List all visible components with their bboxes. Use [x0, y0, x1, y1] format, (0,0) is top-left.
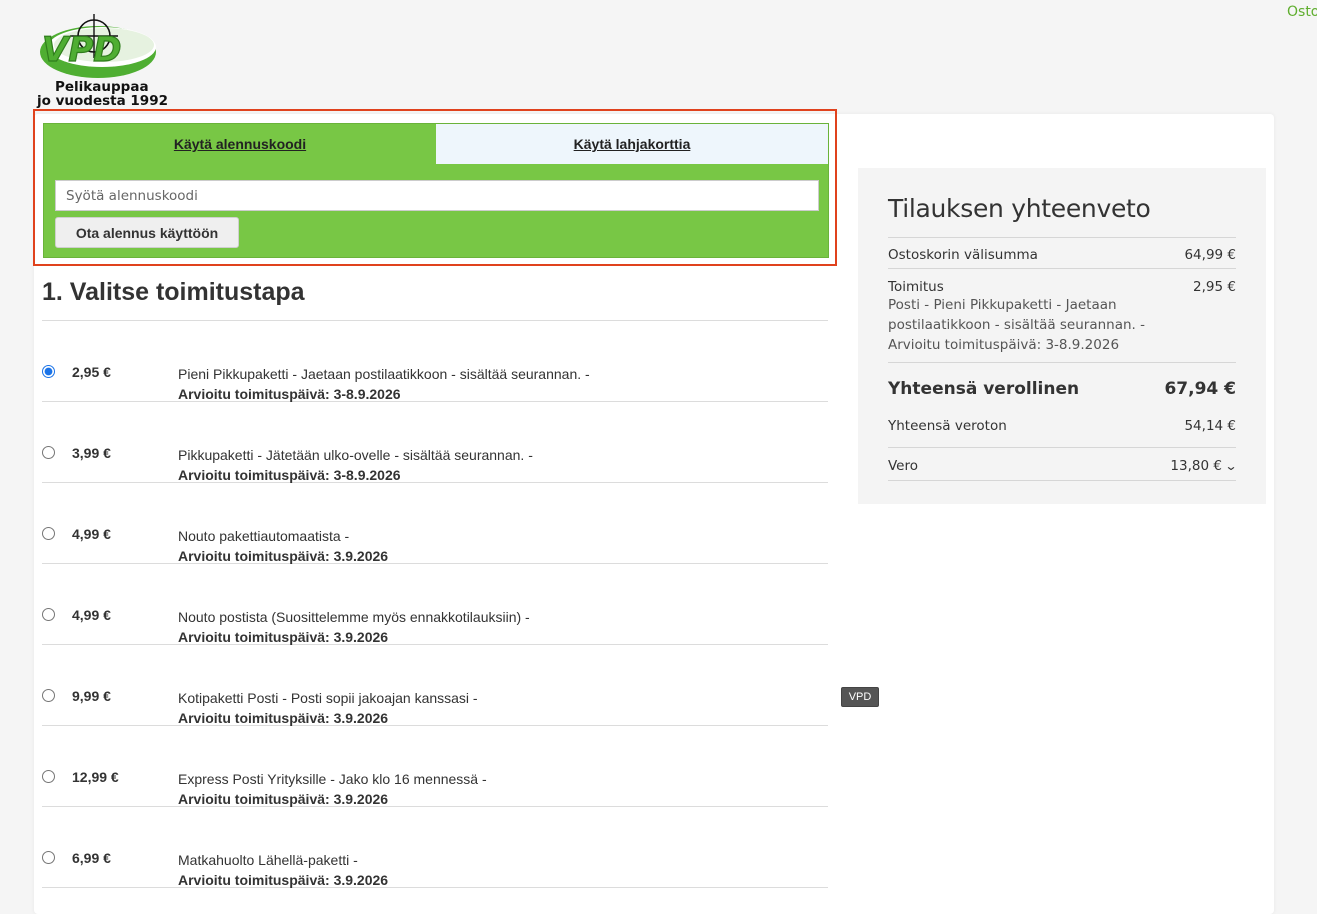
summary-tax[interactable]: Vero 13,80 € ⌄	[888, 447, 1238, 481]
shipping-method: Express Posti Yrityksille - Jako klo 16 …	[178, 771, 487, 787]
shipping-eta: Arvioitu toimituspäivä: 3-8.9.2026	[178, 386, 401, 402]
subtotal-value: 64,99 €	[1184, 247, 1236, 263]
shipping-radio[interactable]	[42, 770, 55, 783]
shipping-detail: Posti - Pieni Pikkupaketti - Jaetaan pos…	[888, 297, 1146, 353]
shipping-method: Kotipaketti Posti - Posti sopii jakoajan…	[178, 690, 478, 706]
shipping-radio[interactable]	[42, 851, 55, 864]
shipping-method: Nouto postista (Suosittelemme myös ennak…	[178, 609, 530, 625]
svg-text:VPD: VPD	[42, 30, 121, 70]
shipping-option[interactable]: 2,95 € Pieni Pikkupaketti - Jaetaan post…	[42, 321, 828, 402]
net-label: Yhteensä veroton	[888, 418, 1007, 434]
shipping-description: Nouto postista (Suosittelemme myös ennak…	[178, 607, 530, 647]
shipping-option[interactable]: 3,99 € Pikkupaketti - Jätetään ulko-ovel…	[42, 402, 828, 483]
shipping-option[interactable]: 4,99 € Nouto pakettiautomaatista - Arvioi…	[42, 483, 828, 564]
shipping-eta: Arvioitu toimituspäivä: 3.9.2026	[178, 872, 389, 888]
shipping-radio[interactable]	[42, 608, 55, 621]
net-value: 54,14 €	[1184, 418, 1236, 434]
shipping-option[interactable]: 6,99 € Matkahuolto Lähellä-paketti - Arvi…	[42, 807, 828, 888]
order-summary: Tilauksen yhteenveto Ostoskorin välisumm…	[858, 168, 1266, 504]
shipping-eta: Arvioitu toimituspäivä: 3.9.2026	[178, 791, 389, 807]
shipping-method: Matkahuolto Lähellä-paketti -	[178, 852, 358, 868]
cart-link[interactable]: Ostoskori	[1287, 4, 1317, 20]
shipping-price: 4,99 €	[72, 526, 111, 542]
subtotal-label: Ostoskorin välisumma	[888, 247, 1038, 263]
chevron-down-icon[interactable]: ⌄	[1224, 459, 1237, 473]
discount-tabs: Käytä alennuskoodi Käytä lahjakorttia	[44, 124, 828, 164]
shipping-eta: Arvioitu toimituspäivä: 3.9.2026	[178, 710, 389, 726]
tax-value: 13,80 €	[1170, 458, 1222, 474]
shipping-price: 12,99 €	[72, 769, 119, 785]
tab-gift-card[interactable]: Käytä lahjakorttia	[436, 124, 828, 164]
total-label: Yhteensä verollinen	[888, 379, 1080, 399]
summary-title: Tilauksen yhteenveto	[888, 194, 1151, 223]
shipping-description: Nouto pakettiautomaatista - Arvioitu toim…	[178, 526, 388, 566]
shipping-radio[interactable]	[42, 689, 55, 702]
summary-subtotal: Ostoskorin välisumma 64,99 €	[888, 237, 1236, 263]
shipping-description: Pikkupaketti - Jätetään ulko-ovelle - si…	[178, 445, 533, 485]
shipping-description: Pieni Pikkupaketti - Jaetaan postilaatik…	[178, 364, 590, 404]
shipping-price: 2,95 €	[72, 364, 111, 380]
summary-total: Yhteensä verollinen 67,94 €	[888, 362, 1236, 399]
discount-code-input[interactable]	[55, 180, 819, 211]
shipping-price: 6,99 €	[72, 850, 111, 866]
shipping-description: Express Posti Yrityksille - Jako klo 16 …	[178, 769, 487, 809]
discount-section: Käytä alennuskoodi Käytä lahjakorttia Ot…	[33, 109, 837, 266]
shipping-radio[interactable]	[42, 446, 55, 459]
shipping-price: 9,99 €	[72, 688, 111, 704]
shipping-eta: Arvioitu toimituspäivä: 3.9.2026	[178, 548, 389, 564]
tab-discount-code[interactable]: Käytä alennuskoodi	[44, 124, 436, 164]
discount-panel: Käytä alennuskoodi Käytä lahjakorttia Ot…	[43, 123, 829, 258]
shipping-method: Pikkupaketti - Jätetään ulko-ovelle - si…	[178, 447, 533, 463]
tax-value-wrap: 13,80 € ⌄	[1170, 458, 1237, 474]
vpd-logo-graphic: VPD	[40, 14, 156, 78]
shipping-eta: Arvioitu toimituspäivä: 3-8.9.2026	[178, 467, 401, 483]
shipping-options-list: 2,95 € Pieni Pikkupaketti - Jaetaan post…	[42, 320, 828, 888]
shipping-radio[interactable]	[42, 527, 55, 540]
shipping-price: 4,99 €	[72, 607, 111, 623]
logo-tagline-2: jo vuodesta 1992	[37, 93, 168, 109]
shipping-label: Toimitus	[888, 279, 944, 295]
summary-net: Yhteensä veroton 54,14 €	[888, 418, 1236, 434]
shipping-value: 2,95 €	[1193, 279, 1236, 295]
shipping-eta: Arvioitu toimituspäivä: 3.9.2026	[178, 629, 389, 645]
shipping-radio[interactable]	[42, 365, 55, 378]
shipping-title: 1. Valitse toimitustapa	[42, 278, 305, 306]
shipping-description: Kotipaketti Posti - Posti sopii jakoajan…	[178, 688, 478, 728]
tooltip: VPD	[841, 687, 879, 707]
vpd-logo[interactable]: VPD Pelikauppaa jo vuodesta 1992	[36, 14, 168, 109]
summary-shipping: Toimitus 2,95 € Posti - Pieni Pikkupaket…	[888, 268, 1236, 363]
apply-discount-button[interactable]: Ota alennus käyttöön	[55, 217, 239, 248]
shipping-price: 3,99 €	[72, 445, 111, 461]
shipping-method: Nouto pakettiautomaatista -	[178, 528, 350, 544]
shipping-option[interactable]: 12,99 € Express Posti Yrityksille - Jako…	[42, 726, 828, 807]
total-value: 67,94 €	[1164, 379, 1236, 399]
shipping-option[interactable]: 9,99 € Kotipaketti Posti - Posti sopii j…	[42, 645, 828, 726]
shipping-method: Pieni Pikkupaketti - Jaetaan postilaatik…	[178, 366, 590, 382]
shipping-description: Matkahuolto Lähellä-paketti - Arvioitu to…	[178, 850, 388, 890]
tax-label: Vero	[888, 458, 919, 474]
shipping-option[interactable]: 4,99 € Nouto postista (Suosittelemme myö…	[42, 564, 828, 645]
logo-tagline-1: Pelikauppaa	[55, 79, 149, 95]
